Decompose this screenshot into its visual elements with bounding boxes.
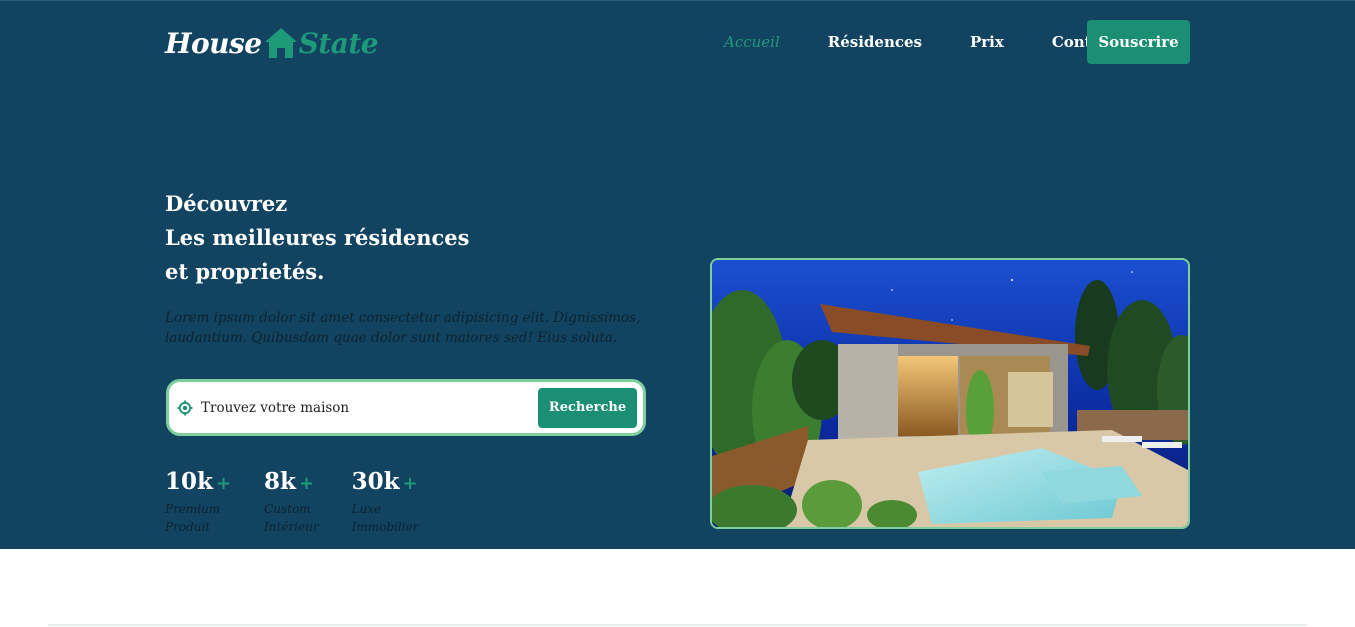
stat-value: 10k +: [165, 468, 232, 495]
section-divider: [48, 624, 1307, 626]
house-icon: [264, 28, 297, 58]
plus-sign: +: [299, 473, 315, 494]
main-nav: Accueil Résidences Prix Contact Souscrir…: [700, 20, 1190, 64]
hero-section: House State Accueil Résidences Prix Cont…: [0, 0, 1355, 549]
search-bar: Recherche: [166, 379, 646, 436]
stat-premium: 10k + Premium Produit: [165, 467, 231, 536]
stat-value: 30k +: [351, 468, 418, 495]
hero-title-line-1: Découvrez: [165, 191, 288, 216]
location-target-icon: [177, 400, 193, 415]
hero-title: Découvrez Les meilleures résidences et p…: [165, 187, 469, 289]
nav-link-residences[interactable]: Résidences: [828, 33, 922, 51]
search-input[interactable]: [201, 392, 538, 423]
hero-title-line-3: et proprietés.: [165, 259, 325, 284]
stat-label: Luxe Immobilier: [351, 502, 419, 534]
hero-house-image: [710, 258, 1190, 529]
logo-text-house: House: [165, 26, 262, 60]
search-button[interactable]: Recherche: [538, 387, 637, 428]
plus-sign: +: [215, 473, 232, 494]
stat-label: Premium Produit: [165, 502, 221, 534]
nav-link-prix[interactable]: Prix: [970, 33, 1004, 51]
subscribe-button[interactable]: Souscrire: [1087, 20, 1190, 64]
stat-custom: 8k + Custom Intérieur: [264, 467, 319, 536]
logo-text-state: State: [298, 26, 379, 60]
stat-luxe: 30k + Luxe Immobilier: [352, 467, 419, 536]
nav-link-accueil[interactable]: Accueil: [724, 33, 780, 51]
logo[interactable]: House State: [165, 25, 379, 61]
hero-title-line-2: Les meilleures résidences: [165, 225, 470, 250]
stats-row: 10k + Premium Produit 8k + Custom Intérieur …: [165, 467, 451, 536]
stat-label: Custom Intérieur: [264, 502, 319, 534]
modern-house-illustration: [712, 260, 1188, 527]
hero-description: Lorem ipsum dolor sit amet consectetur a…: [165, 310, 641, 346]
stat-value: 8k +: [264, 468, 315, 495]
plus-sign: +: [402, 473, 418, 494]
